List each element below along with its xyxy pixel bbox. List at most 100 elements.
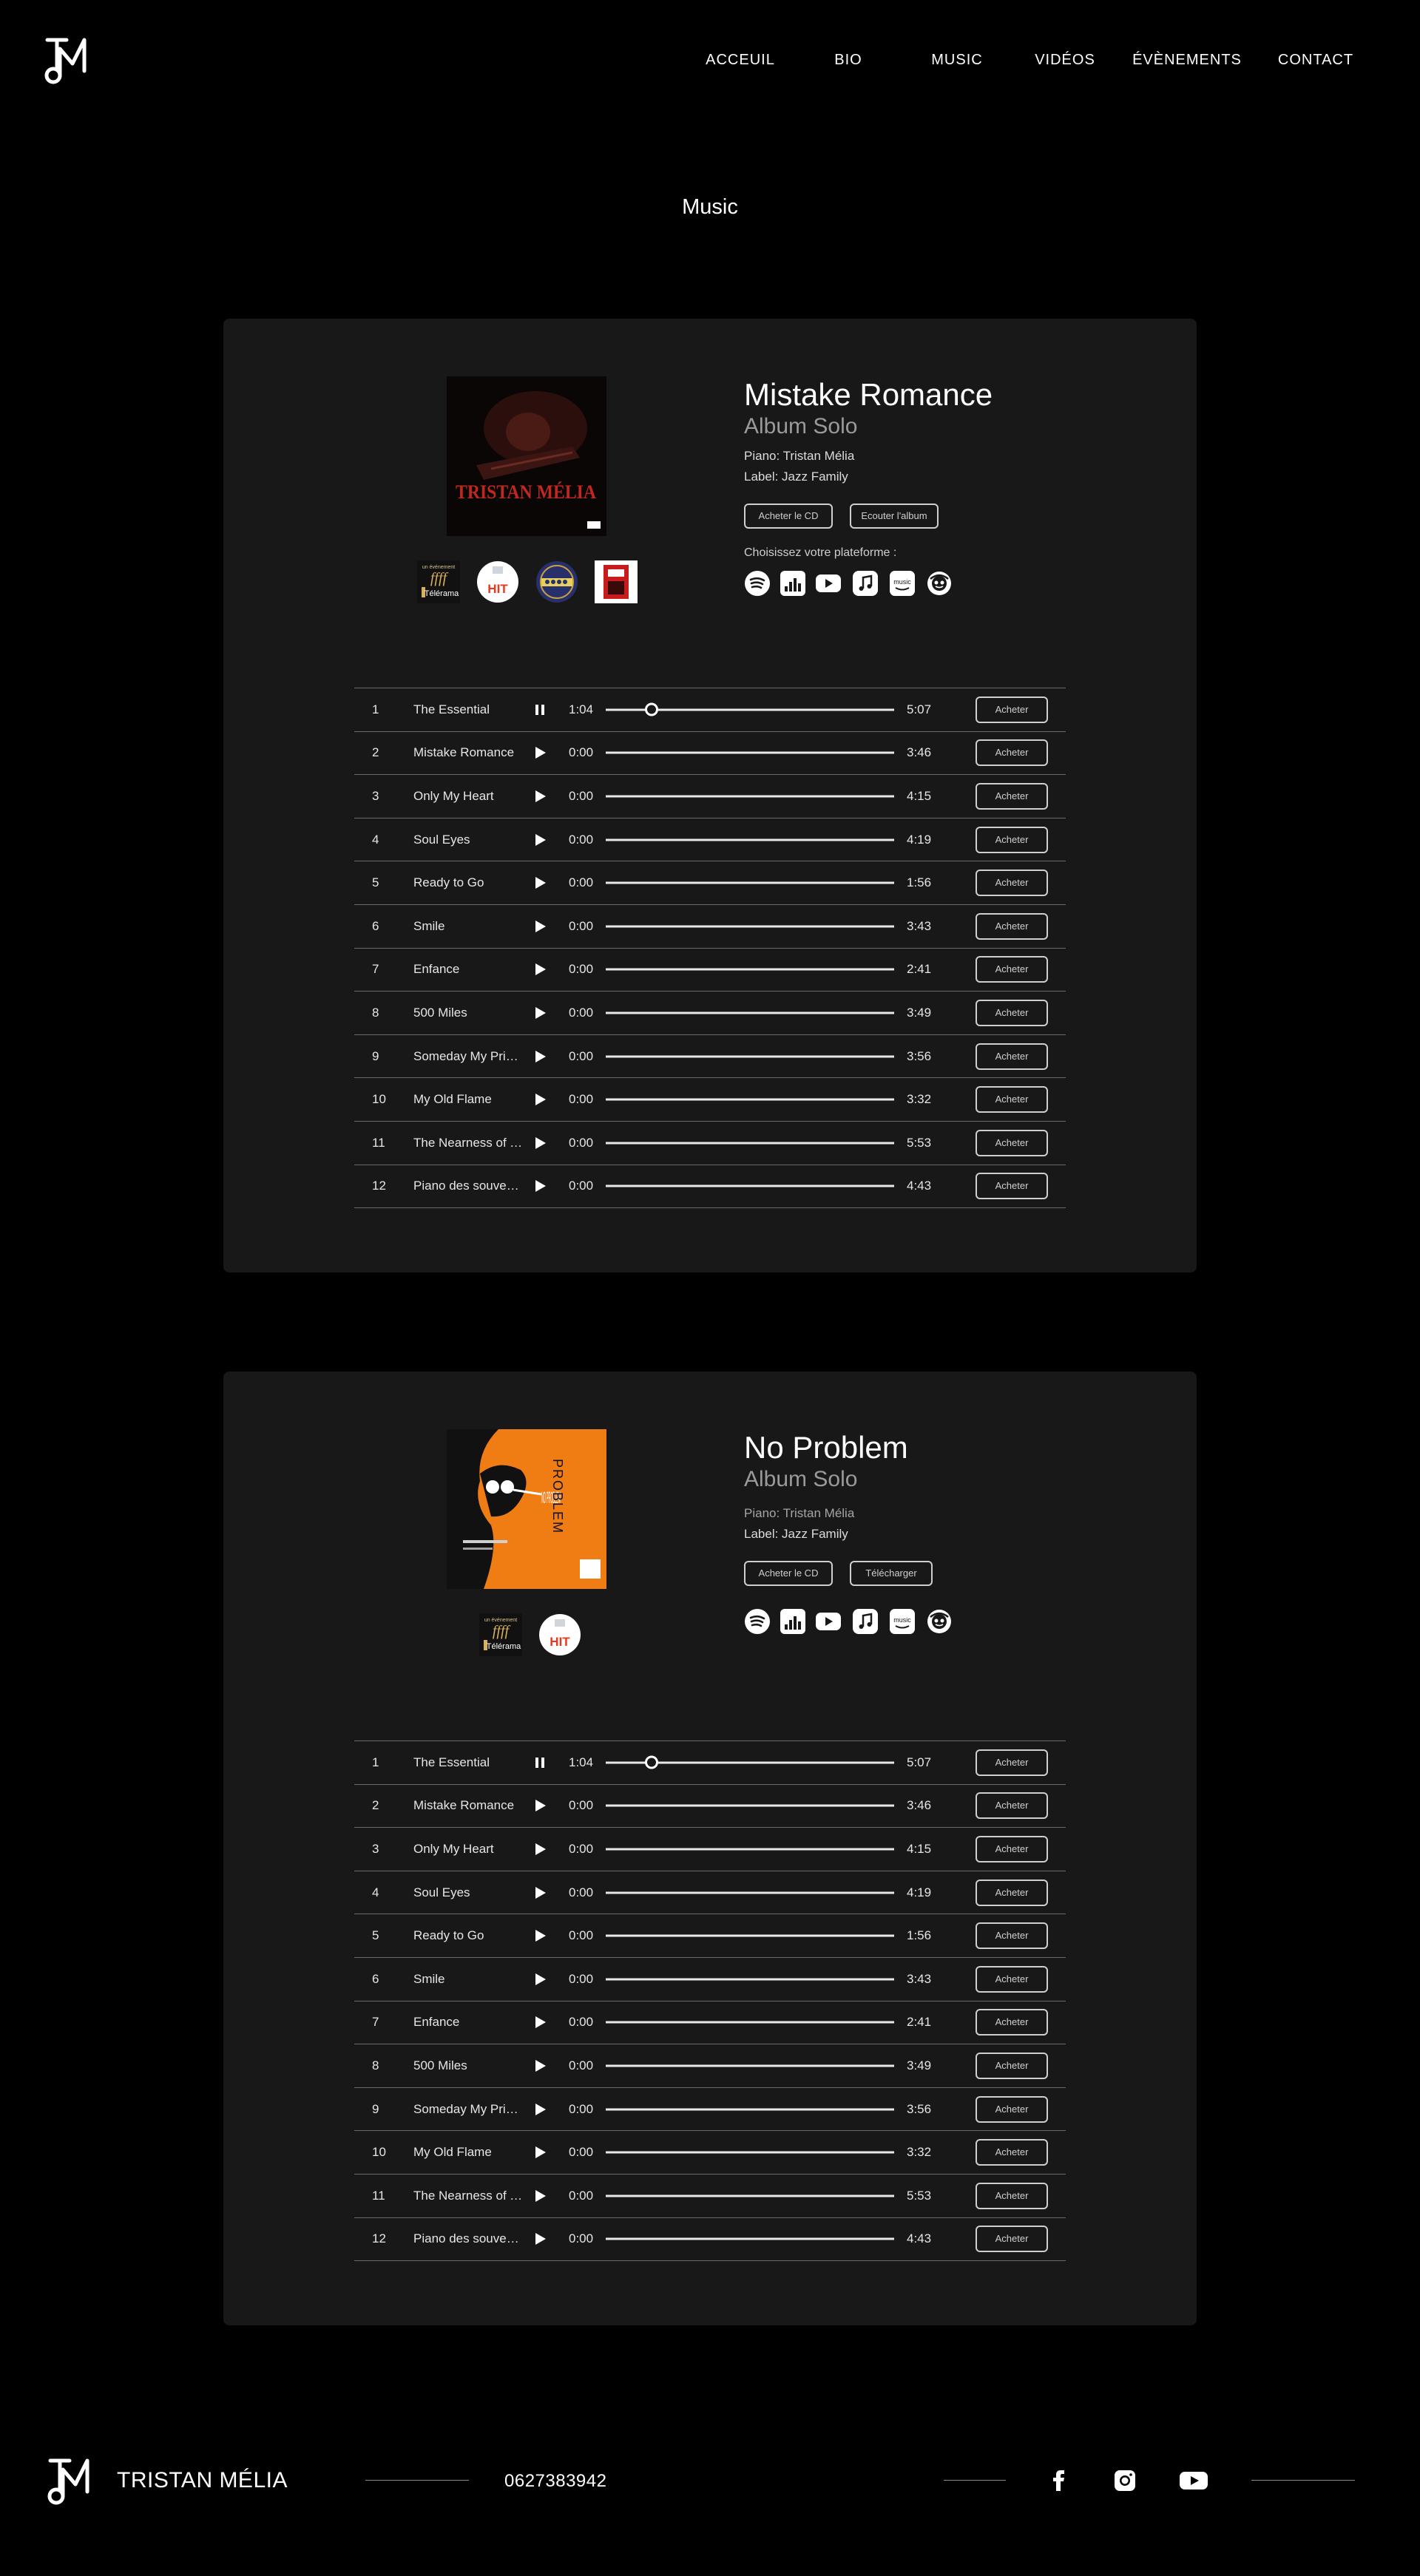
track-progress-slider[interactable]	[606, 1142, 894, 1145]
track-progress-slider[interactable]	[606, 925, 894, 928]
play-icon[interactable]	[532, 2101, 548, 2118]
track-row[interactable]: 6 Smile 0:00 3:43 Acheter	[354, 905, 1066, 949]
track-row[interactable]: 10 My Old Flame 0:00 3:32 Acheter	[354, 2131, 1066, 2175]
track-progress-slider[interactable]	[606, 1848, 894, 1851]
play-icon[interactable]	[532, 961, 548, 977]
buy-track-button[interactable]: Acheter	[976, 782, 1048, 810]
amazon-music-icon[interactable]: music	[889, 570, 916, 597]
buy-track-button[interactable]: Acheter	[976, 1749, 1048, 1776]
buy-track-button[interactable]: Acheter	[976, 870, 1048, 897]
tm-logo-icon[interactable]	[44, 34, 89, 87]
youtube-icon[interactable]	[815, 1608, 842, 1635]
nav-bio[interactable]: BIO	[834, 52, 862, 69]
buy-track-button[interactable]: Acheter	[976, 1086, 1048, 1114]
buy-track-button[interactable]: Acheter	[976, 2009, 1048, 2036]
track-row[interactable]: 4 Soul Eyes 0:00 4:19 Acheter	[354, 818, 1066, 862]
play-icon[interactable]	[532, 2231, 548, 2247]
track-row[interactable]: 2 Mistake Romance 0:00 3:46 Acheter	[354, 732, 1066, 776]
deezer-icon[interactable]	[780, 1608, 806, 1635]
buy-track-button[interactable]: Acheter	[976, 2095, 1048, 2123]
buy-track-button[interactable]: Acheter	[976, 912, 1048, 940]
play-icon[interactable]	[532, 2188, 548, 2204]
track-row[interactable]: 3 Only My Heart 0:00 4:15 Acheter	[354, 1828, 1066, 1871]
buy-track-button[interactable]: Acheter	[976, 1922, 1048, 1950]
spotify-icon[interactable]	[744, 570, 771, 597]
track-progress-slider[interactable]	[606, 2064, 894, 2067]
play-icon[interactable]	[532, 1841, 548, 1857]
buy-track-button[interactable]: Acheter	[976, 2226, 1048, 2253]
amazon-music-icon[interactable]: music	[889, 1608, 916, 1635]
track-progress-slider[interactable]	[606, 2021, 894, 2024]
nav-accueil[interactable]: ACCEUIL	[706, 52, 775, 69]
napster-icon[interactable]	[926, 1608, 953, 1635]
track-progress-slider[interactable]	[606, 838, 894, 841]
play-icon[interactable]	[532, 1178, 548, 1194]
buy-track-button[interactable]: Acheter	[976, 2182, 1048, 2209]
pause-icon[interactable]	[532, 702, 548, 718]
track-row[interactable]: 11 The Nearness of You 0:00 5:53 Acheter	[354, 1122, 1066, 1165]
buy-track-button[interactable]: Acheter	[976, 1965, 1048, 1993]
buy-cd-button[interactable]: Acheter le CD	[744, 1561, 833, 1586]
track-row[interactable]: 7 Enfance 0:00 2:41 Acheter	[354, 949, 1066, 992]
tm-logo-icon[interactable]	[47, 2455, 92, 2508]
play-icon[interactable]	[532, 1971, 548, 1987]
track-row[interactable]: 8 500 Miles 0:00 3:49 Acheter	[354, 992, 1066, 1035]
track-row[interactable]: 3 Only My Heart 0:00 4:15 Acheter	[354, 775, 1066, 818]
track-progress-slider[interactable]	[606, 2194, 894, 2197]
play-icon[interactable]	[532, 745, 548, 761]
nav-contact[interactable]: CONTACT	[1278, 52, 1353, 69]
pause-icon[interactable]	[532, 1755, 548, 1771]
play-icon[interactable]	[532, 832, 548, 848]
play-icon[interactable]	[532, 788, 548, 804]
play-icon[interactable]	[532, 2144, 548, 2160]
play-icon[interactable]	[532, 1885, 548, 1901]
track-row[interactable]: 1 The Essential 1:04 5:07 Acheter	[354, 688, 1066, 732]
buy-track-button[interactable]: Acheter	[976, 1043, 1048, 1070]
nav-videos[interactable]: VIDÉOS	[1035, 52, 1095, 69]
nav-music[interactable]: MUSIC	[931, 52, 982, 69]
play-icon[interactable]	[532, 1048, 548, 1065]
track-row[interactable]: 2 Mistake Romance 0:00 3:46 Acheter	[354, 1785, 1066, 1828]
track-row[interactable]: 12 Piano des souvenirs 0:00 4:43 Acheter	[354, 1165, 1066, 1209]
play-icon[interactable]	[532, 918, 548, 935]
instagram-icon[interactable]	[1112, 2468, 1137, 2493]
slider-knob[interactable]	[645, 702, 659, 716]
track-row[interactable]: 12 Piano des souvenirs 0:00 4:43 Acheter	[354, 2218, 1066, 2262]
track-progress-slider[interactable]	[606, 1184, 894, 1187]
track-row[interactable]: 7 Enfance 0:00 2:41 Acheter	[354, 2002, 1066, 2045]
track-progress-slider[interactable]	[606, 2151, 894, 2154]
buy-track-button[interactable]: Acheter	[976, 1792, 1048, 1820]
buy-track-button[interactable]: Acheter	[976, 2139, 1048, 2166]
track-progress-slider[interactable]	[606, 795, 894, 798]
apple-music-icon[interactable]	[852, 1608, 879, 1635]
buy-track-button[interactable]: Acheter	[976, 1129, 1048, 1156]
track-row[interactable]: 5 Ready to Go 0:00 1:56 Acheter	[354, 1914, 1066, 1958]
play-icon[interactable]	[532, 875, 548, 891]
buy-track-button[interactable]: Acheter	[976, 826, 1048, 853]
buy-track-button[interactable]: Acheter	[976, 2052, 1048, 2079]
youtube-icon[interactable]	[1179, 2468, 1208, 2493]
track-progress-slider[interactable]	[606, 2237, 894, 2240]
track-progress-slider[interactable]	[606, 2108, 894, 2111]
buy-cd-button[interactable]: Acheter le CD	[744, 504, 833, 529]
track-row[interactable]: 8 500 Miles 0:00 3:49 Acheter	[354, 2044, 1066, 2088]
play-icon[interactable]	[532, 2014, 548, 2030]
play-icon[interactable]	[532, 1135, 548, 1151]
track-progress-slider[interactable]	[606, 1055, 894, 1058]
track-progress-slider[interactable]	[606, 702, 894, 716]
youtube-icon[interactable]	[815, 570, 842, 597]
play-icon[interactable]	[532, 1005, 548, 1021]
listen-album-button[interactable]: Ecouter l'album	[850, 504, 939, 529]
track-row[interactable]: 6 Smile 0:00 3:43 Acheter	[354, 1958, 1066, 2002]
track-row[interactable]: 9 Someday My Prin… 0:00 3:56 Acheter	[354, 1035, 1066, 1079]
facebook-icon[interactable]	[1047, 2468, 1072, 2493]
track-progress-slider[interactable]	[606, 968, 894, 971]
buy-track-button[interactable]: Acheter	[976, 1835, 1048, 1862]
track-row[interactable]: 11 The Nearness of You 0:00 5:53 Acheter	[354, 2175, 1066, 2218]
track-progress-slider[interactable]	[606, 751, 894, 754]
buy-track-button[interactable]: Acheter	[976, 1173, 1048, 1200]
spotify-icon[interactable]	[744, 1608, 771, 1635]
track-progress-slider[interactable]	[606, 1891, 894, 1894]
napster-icon[interactable]	[926, 570, 953, 597]
download-button[interactable]: Télécharger	[850, 1561, 933, 1586]
